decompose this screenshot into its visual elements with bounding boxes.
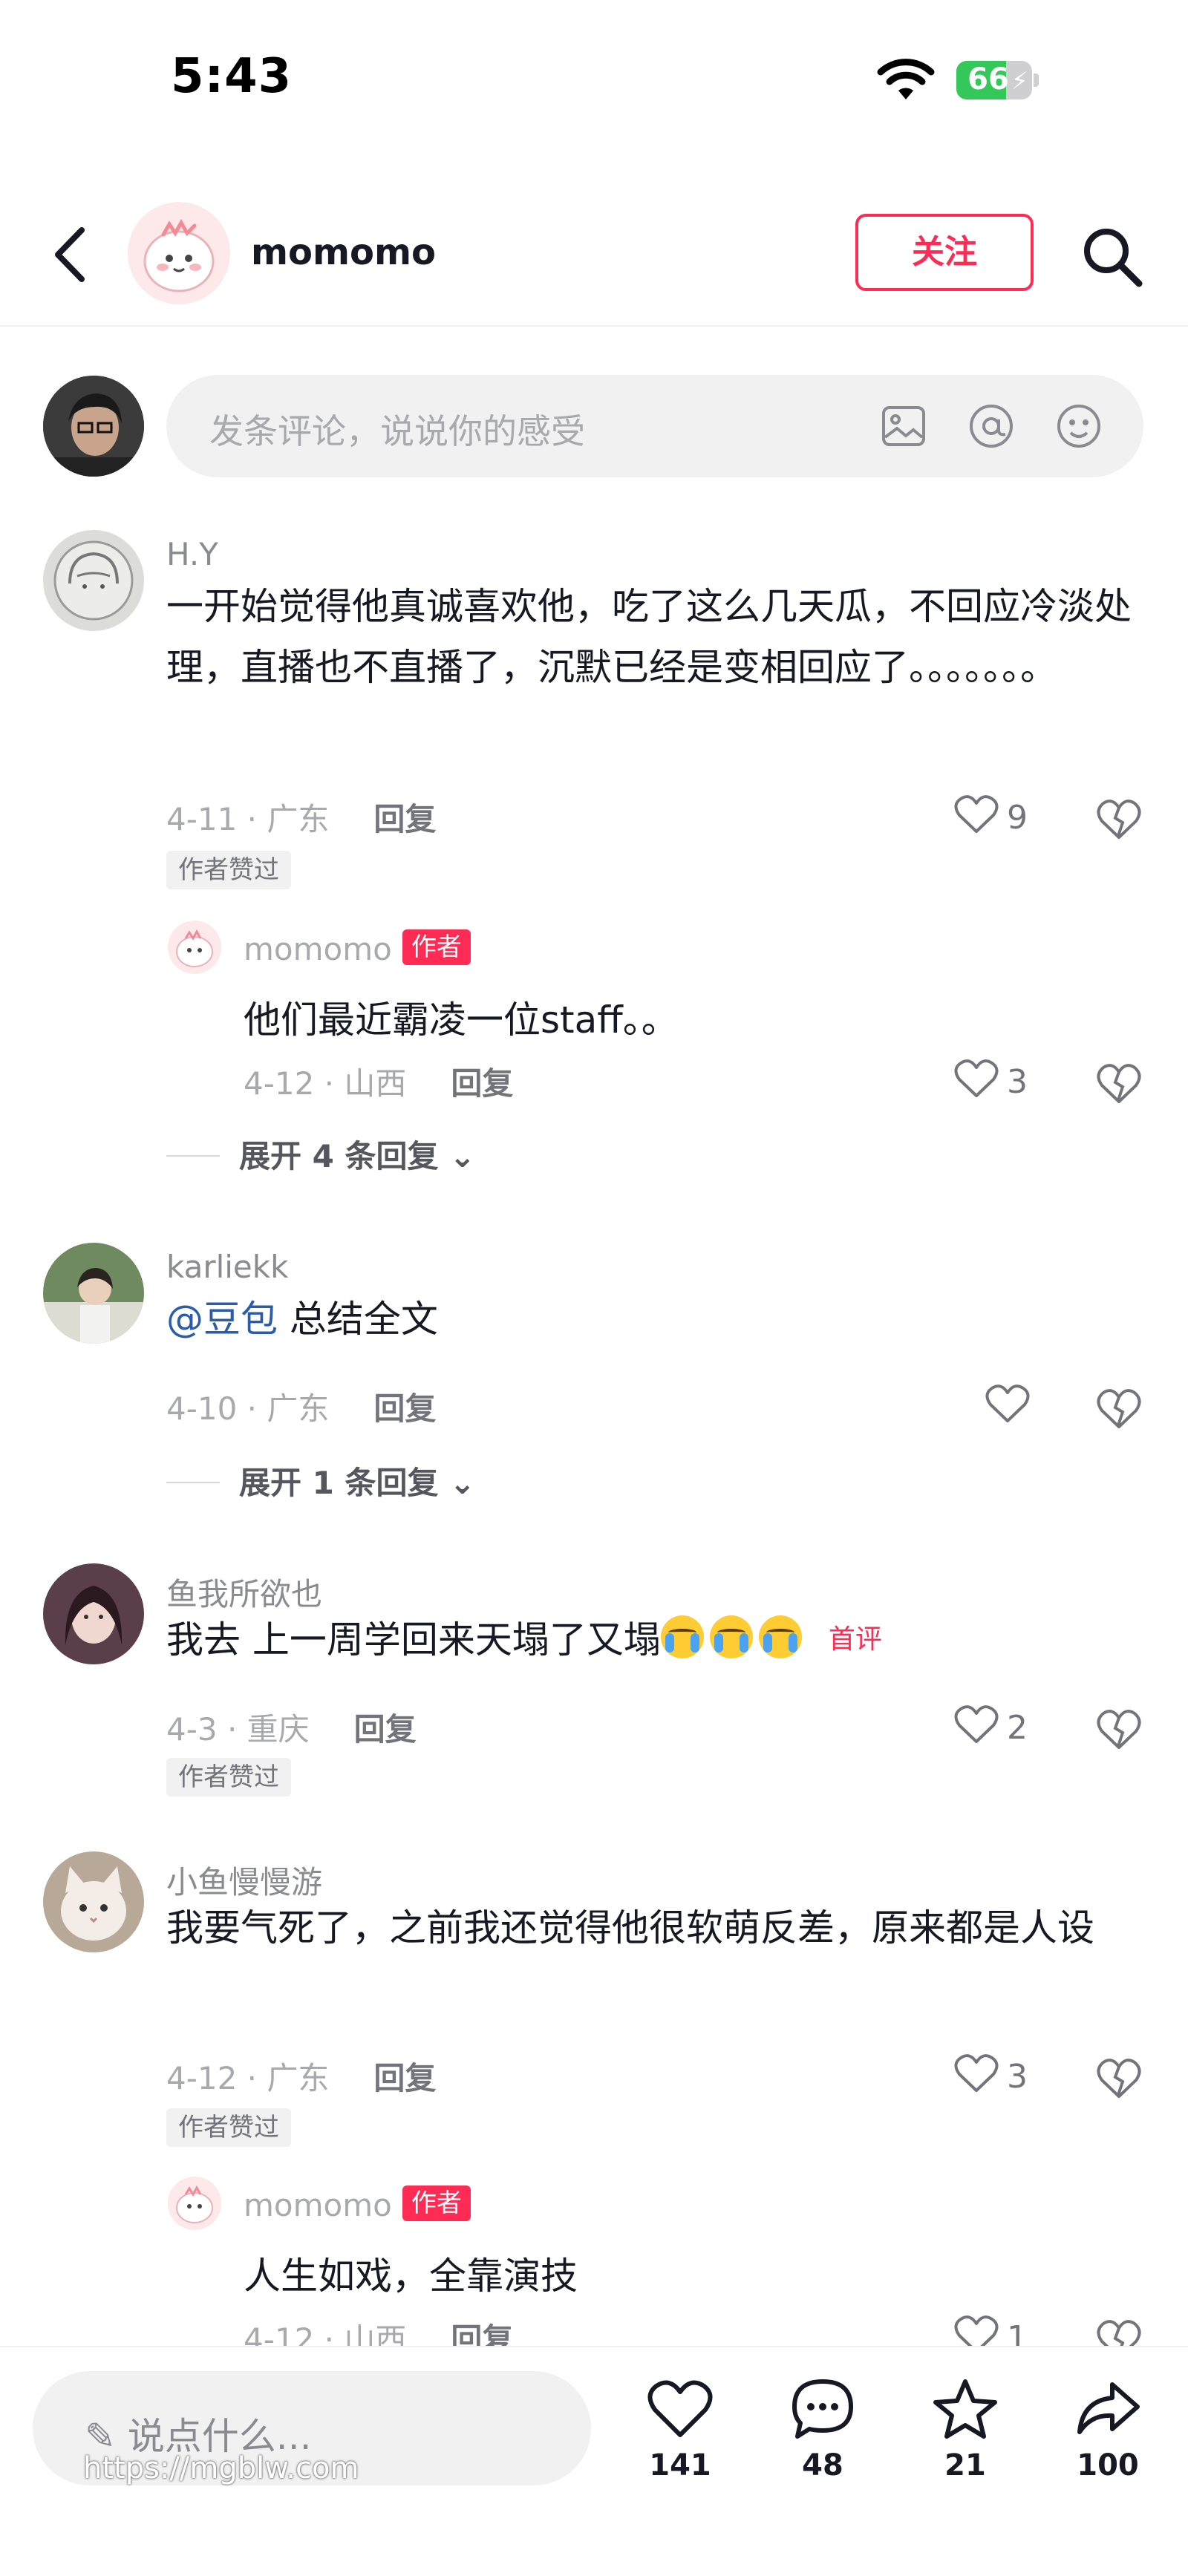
like-action[interactable]: 141 <box>636 2377 725 2511</box>
bottom-action-bar: ✎ 说点什么... https://mgblw.com 141 48 21 10… <box>0 2346 1188 2576</box>
like-button[interactable]: 3 <box>953 2052 1050 2104</box>
reply-avatar[interactable] <box>168 921 221 974</box>
author-tag: 作者 <box>402 929 471 965</box>
commenter-avatar[interactable] <box>43 530 144 631</box>
author-liked-badge: 作者赞过 <box>166 2108 291 2147</box>
reply-author-name[interactable]: momomo 作者 <box>244 929 471 967</box>
reply-button[interactable]: 回复 <box>373 801 436 837</box>
comment-total: 48 <box>802 2448 843 2482</box>
search-icon[interactable] <box>1077 221 1148 292</box>
commenter-avatar[interactable] <box>43 1851 144 1952</box>
comment-meta: 4-11 · 广东 回复 <box>166 794 436 840</box>
profile-name[interactable]: momomo <box>251 232 436 273</box>
author-liked-badge: 作者赞过 <box>166 851 291 889</box>
author-liked-badge: 作者赞过 <box>166 1758 291 1797</box>
comment-action[interactable]: 48 <box>778 2377 867 2511</box>
reply-avatar[interactable] <box>168 2177 221 2230</box>
comment-placeholder: 发条评论，说说你的感受 <box>209 411 585 451</box>
profile-header: momomo 关注 <box>0 186 1188 327</box>
like-button[interactable] <box>985 1382 1081 1434</box>
commenter-avatar[interactable] <box>43 1563 144 1664</box>
comment-text: @豆包 总结全文 <box>166 1298 438 1341</box>
like-count: 3 <box>1007 1063 1028 1101</box>
reply-button[interactable]: 回复 <box>373 2060 436 2096</box>
charging-bolt-icon: ⚡ <box>1011 67 1028 95</box>
favorite-action[interactable]: 21 <box>921 2377 1010 2511</box>
chevron-down-icon: ⌄ <box>449 1465 476 1501</box>
commenter-name[interactable]: 小鱼慢慢游 <box>166 1857 322 1903</box>
battery-icon: 66 ⚡ <box>956 61 1040 99</box>
like-button[interactable]: 3 <box>953 1057 1050 1109</box>
heart-icon <box>647 2380 713 2437</box>
expand-replies-button[interactable]: 展开 1 条回复 ⌄ <box>166 1458 475 1503</box>
status-bar: 5:43 66 ⚡ <box>0 0 1188 163</box>
like-total: 141 <box>649 2448 711 2482</box>
like-button[interactable]: 9 <box>953 793 1050 845</box>
commenter-name[interactable]: karliekk <box>166 1249 288 1285</box>
like-count: 3 <box>1007 2058 1028 2096</box>
like-button[interactable]: 2 <box>953 1703 1050 1755</box>
reply-text: 人生如戏，全靠演技 <box>244 2255 578 2298</box>
dislike-icon[interactable] <box>1094 1384 1143 1433</box>
comment-meta: 4-3 · 重庆 回复 <box>166 1704 417 1750</box>
comment-meta: 4-10 · 广东 回复 <box>166 1384 436 1429</box>
favorite-total: 21 <box>944 2448 986 2482</box>
reply-author-name[interactable]: momomo 作者 <box>244 2186 471 2223</box>
comment-text: 我要气死了，之前我还觉得他很软萌反差，原来都是人设 <box>166 1906 1094 1949</box>
share-arrow-icon <box>1077 2382 1140 2434</box>
wifi-icon <box>877 59 935 99</box>
reply-text: 他们最近霸凌一位staff。。 <box>244 998 679 1042</box>
commenter-name[interactable]: H.Y <box>166 536 218 572</box>
share-total: 100 <box>1077 2448 1139 2482</box>
comment-bubble-icon <box>792 2379 853 2439</box>
reply-meta: 4-12 · 山西 回复 <box>244 1059 513 1104</box>
crying-emoji-icon <box>758 1615 802 1658</box>
reply-button[interactable]: 回复 <box>373 1390 436 1427</box>
comment-meta: 4-12 · 广东 回复 <box>166 2053 436 2099</box>
first-comment-tag: 首评 <box>828 1624 882 1655</box>
expand-replies-button[interactable]: 展开 4 条回复 ⌄ <box>166 1131 475 1177</box>
crying-emoji-icon <box>660 1615 704 1658</box>
back-arrow-icon[interactable] <box>45 221 97 288</box>
heart-icon <box>954 1705 999 1743</box>
like-count: 9 <box>1007 799 1028 837</box>
comment-text: 我去 上一周学回来天塌了又塌 首评 <box>166 1609 1154 1670</box>
emoji-icon[interactable] <box>1054 402 1103 451</box>
share-action[interactable]: 100 <box>1063 2377 1152 2511</box>
reply-button[interactable]: 回复 <box>451 1065 513 1102</box>
heart-icon <box>954 1059 999 1097</box>
follow-button[interactable]: 关注 <box>855 214 1034 291</box>
heart-icon <box>954 2054 999 2092</box>
heart-icon <box>985 1385 1030 1422</box>
my-avatar <box>43 376 144 477</box>
dislike-icon[interactable] <box>1094 1059 1143 1108</box>
dislike-icon[interactable] <box>1094 2053 1143 2102</box>
comment-date-location: 4-11 · 广东 <box>166 801 330 837</box>
comment-date-location: 4-3 · 重庆 <box>166 1711 310 1748</box>
mention-icon[interactable] <box>967 402 1016 451</box>
crying-emoji-icon <box>709 1615 753 1658</box>
dislike-icon[interactable] <box>1094 794 1143 843</box>
comment-text: 一开始觉得他真诚喜欢他，吃了这么几天瓜，不回应冷淡处理，直播也不直播了，沉默已经… <box>166 585 1132 689</box>
status-time: 5:43 <box>171 49 293 104</box>
reply-date-location: 4-12 · 山西 <box>244 1065 407 1102</box>
comment-date-location: 4-12 · 广东 <box>166 2060 330 2096</box>
dislike-icon[interactable] <box>1094 1704 1143 1753</box>
star-icon <box>933 2379 997 2439</box>
comment-input[interactable]: 发条评论，说说你的感受 <box>166 375 1143 477</box>
image-icon[interactable] <box>879 402 928 451</box>
watermark: https://mgblw.com <box>83 2451 359 2485</box>
commenter-avatar[interactable] <box>43 1243 144 1344</box>
heart-icon <box>954 795 999 833</box>
like-count: 2 <box>1007 1709 1028 1747</box>
reply-button[interactable]: 回复 <box>354 1711 417 1748</box>
profile-avatar[interactable] <box>128 202 230 304</box>
mention-link[interactable]: @豆包 <box>166 1298 278 1341</box>
author-tag: 作者 <box>402 2186 471 2221</box>
comment-date-location: 4-10 · 广东 <box>166 1390 330 1427</box>
chevron-down-icon: ⌄ <box>449 1138 476 1174</box>
commenter-name[interactable]: 鱼我所欲也 <box>166 1569 322 1615</box>
